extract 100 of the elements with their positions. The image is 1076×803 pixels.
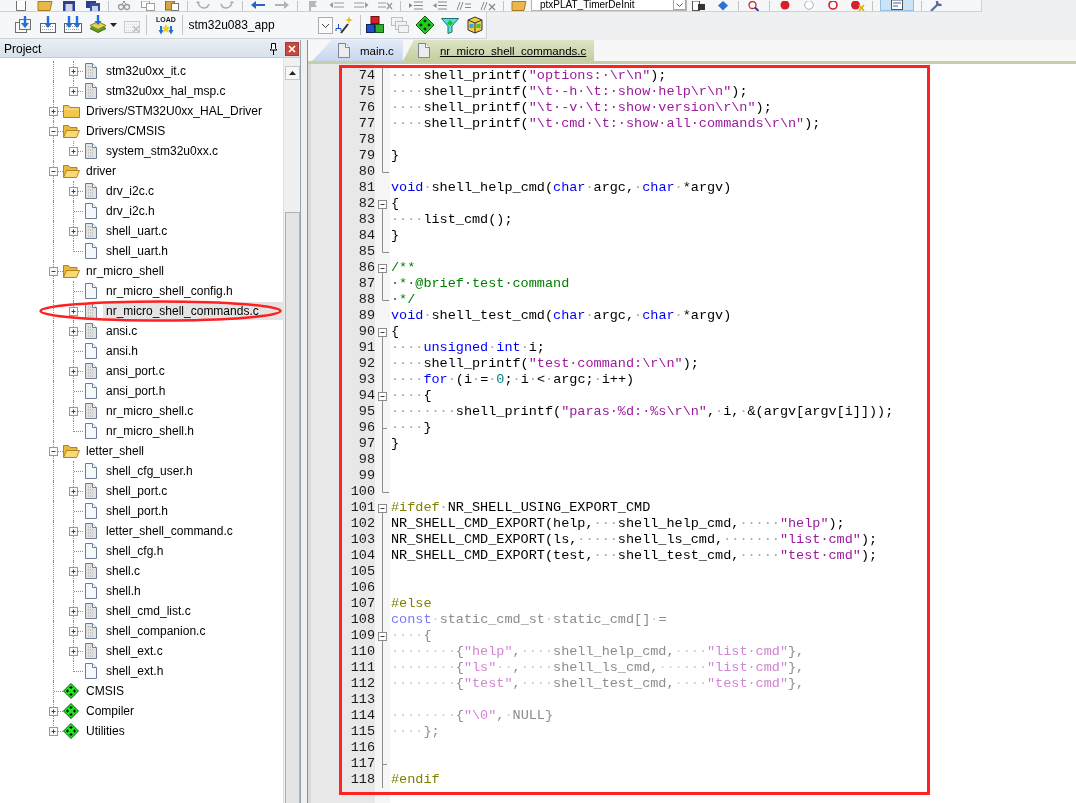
tree-item[interactable]: shell_port.h: [103, 502, 172, 520]
tree-item[interactable]: shell.c: [103, 562, 143, 580]
code-line: ·*·@brief·test·command: [390, 276, 570, 292]
tree-item[interactable]: Utilities: [83, 722, 128, 740]
expand-button[interactable]: [69, 367, 78, 376]
expand-button[interactable]: [69, 647, 78, 656]
expand-button[interactable]: [69, 187, 78, 196]
collapse-button[interactable]: [49, 447, 58, 456]
tree-item[interactable]: driver: [83, 162, 119, 180]
tree-item[interactable]: shell_cmd_list.c: [103, 602, 194, 620]
tree-item[interactable]: shell_port.c: [103, 482, 171, 500]
collapse-button[interactable]: [49, 127, 58, 136]
tree-item[interactable]: system_stm32u0xx.c: [103, 142, 222, 160]
expand-button[interactable]: [69, 607, 78, 616]
tree-item[interactable]: drv_i2c.h: [103, 202, 158, 220]
expand-button[interactable]: [69, 567, 78, 576]
file-icon: [85, 423, 97, 439]
caret-icon[interactable]: [109, 23, 117, 27]
tree-item[interactable]: nr_micro_shell.h: [103, 422, 198, 440]
tree-item[interactable]: ansi.h: [103, 342, 142, 360]
expand-button[interactable]: [49, 727, 58, 736]
tree-item[interactable]: CMSIS: [83, 682, 127, 700]
tree-item[interactable]: shell.h: [103, 582, 144, 600]
tree-item[interactable]: letter_shell: [83, 442, 148, 460]
expand-button[interactable]: [69, 487, 78, 496]
tree-item[interactable]: shell_ext.c: [103, 642, 166, 660]
file-tab[interactable]: main.c: [312, 40, 403, 61]
toolbar-button[interactable]: [465, 14, 485, 36]
target-dropdown[interactable]: stm32u083_app: [186, 14, 333, 36]
line-number: 107: [350, 596, 375, 612]
line-number: 101: [350, 500, 375, 516]
toolbar-button[interactable]: [746, 0, 762, 11]
tree-item[interactable]: shell_cfg.h: [103, 542, 167, 560]
line-number: 106: [350, 580, 375, 596]
collapse-button[interactable]: [378, 504, 387, 513]
expand-button[interactable]: [69, 227, 78, 236]
layers-arrow-icon: [87, 15, 108, 35]
close-button[interactable]: [285, 41, 299, 56]
tree-item[interactable]: Compiler: [83, 702, 137, 720]
tree-item[interactable]: drv_i2c.c: [103, 182, 158, 200]
expand-button[interactable]: [69, 307, 78, 316]
tree-item[interactable]: Drivers/CMSIS: [83, 122, 169, 140]
tree-item[interactable]: shell_cfg_user.h: [103, 462, 196, 480]
line-number: 105: [350, 564, 375, 580]
tree-item[interactable]: Drivers/STM32U0xx_HAL_Driver: [83, 102, 266, 120]
toolbar-button[interactable]: [61, 0, 77, 11]
expand-button[interactable]: [69, 627, 78, 636]
toolbar-button[interactable]: [415, 14, 435, 36]
toolbar-button[interactable]: [62, 14, 83, 36]
expand-button[interactable]: [69, 527, 78, 536]
tree-item[interactable]: stm32u0xx_hal_msp.c: [103, 82, 229, 100]
tree-item[interactable]: shell_uart.h: [103, 242, 172, 260]
collapse-button[interactable]: [378, 632, 387, 641]
tree-item[interactable]: ansi_port.c: [103, 362, 168, 380]
collapse-button[interactable]: [49, 267, 58, 276]
code-line: ····}: [390, 420, 432, 436]
expand-button[interactable]: [69, 87, 78, 96]
toolbar-button[interactable]: [37, 14, 58, 36]
collapse-button[interactable]: [378, 328, 387, 337]
collapse-button[interactable]: [378, 392, 387, 401]
tree-item[interactable]: ansi.c: [103, 322, 141, 340]
tree-item[interactable]: nr_micro_shell.c: [103, 402, 197, 420]
expand-button[interactable]: [69, 407, 78, 416]
collapse-button[interactable]: [378, 264, 387, 273]
expand-button[interactable]: [69, 147, 78, 156]
tree-item[interactable]: nr_micro_shell_config.h: [103, 282, 236, 300]
line-number: 77: [358, 116, 375, 132]
dotted-file-icon: [85, 603, 97, 619]
arrow-lines-icon: [329, 1, 345, 11]
scissors-icon: [116, 1, 132, 11]
code-line: ········{"test",····shell_test_cmd,····"test·cmd"},: [390, 676, 805, 692]
tree-item[interactable]: stm32u0xx_it.c: [103, 62, 190, 80]
code-line: NR_SHELL_CMD_EXPORT(test,···shell_test_cmd,·····"test·cmd");: [390, 548, 878, 564]
chevron-down-icon[interactable]: [317, 16, 333, 34]
tree-item[interactable]: nr_micro_shell: [83, 262, 168, 280]
expand-button[interactable]: [69, 67, 78, 76]
tree-item[interactable]: shell_companion.c: [103, 622, 209, 640]
toolbar-button[interactable]: [691, 0, 707, 11]
line-number: 80: [358, 164, 375, 180]
toolbar-button[interactable]: [335, 14, 355, 36]
file-tab[interactable]: nr_micro_shell_commands.c: [402, 40, 595, 61]
line-number: 98: [358, 452, 375, 468]
scroll-up-button[interactable]: [284, 66, 300, 80]
scrollbar-thumb[interactable]: [284, 212, 300, 803]
file-icon: [85, 343, 97, 359]
toolbar-button[interactable]: [365, 14, 385, 36]
tree-item[interactable]: shell_ext.h: [103, 662, 167, 680]
chevron-down-icon[interactable]: [673, 0, 686, 10]
tree-item[interactable]: ansi_port.h: [103, 382, 169, 400]
toggle-button[interactable]: [880, 0, 914, 11]
collapse-button[interactable]: [378, 200, 387, 209]
expand-button[interactable]: [69, 327, 78, 336]
tree-item[interactable]: shell_uart.c: [103, 222, 171, 240]
tree-item[interactable]: letter_shell_command.c: [103, 522, 236, 540]
pin-icon[interactable]: [269, 42, 278, 55]
toolbar-button[interactable]: [85, 0, 101, 11]
expand-button[interactable]: [49, 707, 58, 716]
collapse-button[interactable]: [49, 167, 58, 176]
function-dropdown[interactable]: ptxPLAT_TimerDeInit: [531, 0, 687, 11]
expand-button[interactable]: [49, 107, 58, 116]
